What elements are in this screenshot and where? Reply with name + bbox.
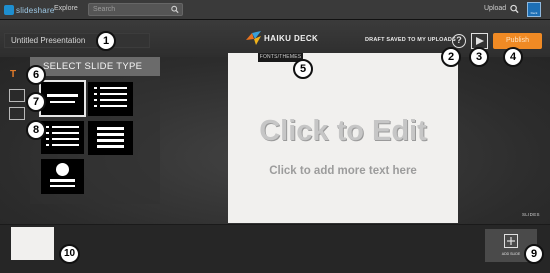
search-input[interactable]: Search [88, 3, 183, 16]
magnifier-icon[interactable] [510, 4, 519, 14]
slides-toggle[interactable]: SLIDES [522, 212, 540, 217]
upload-link[interactable]: Upload [484, 5, 506, 12]
haiku-deck-logo: HAIKU DECK [246, 31, 318, 45]
layout-title-option[interactable] [39, 80, 86, 117]
callout-10: 10 [59, 244, 80, 264]
slide-type-panel-header: SELECT SLIDE TYPE [30, 57, 160, 76]
slideshare-logo-text: slideshare [16, 5, 55, 15]
text-tool-icon[interactable]: T [10, 69, 16, 80]
callout-4: 4 [503, 47, 523, 67]
image-tool-icon[interactable] [9, 89, 25, 102]
presentation-title-field[interactable]: Untitled Presentation [4, 33, 150, 48]
slideshare-topbar: slideshare Explore Search Upload Deck [0, 0, 550, 20]
callout-3: 3 [469, 47, 489, 67]
callout-5: 5 [293, 59, 313, 79]
callout-2: 2 [441, 47, 461, 67]
callout-9: 9 [524, 244, 544, 264]
editor-header: Untitled Presentation HAIKU DECK DRAFT S… [0, 20, 550, 57]
avatar[interactable]: Deck [527, 2, 541, 17]
slide-thumbnail[interactable] [11, 227, 54, 260]
publish-button[interactable]: Publish [493, 33, 542, 49]
crane-icon [246, 31, 261, 45]
layout-numbered-option[interactable] [41, 121, 84, 154]
search-placeholder: Search [93, 6, 116, 13]
slideshare-logo-icon [4, 5, 14, 15]
slide-strip [0, 224, 550, 273]
explore-link[interactable]: Explore [54, 5, 78, 12]
help-button[interactable]: ? [452, 34, 466, 48]
layout-tool-icon[interactable] [9, 107, 25, 120]
callout-8: 8 [26, 120, 46, 140]
callout-7: 7 [26, 92, 46, 112]
slideshare-logo[interactable]: slideshare [4, 4, 54, 16]
search-icon[interactable] [171, 5, 179, 14]
layout-list-option[interactable] [88, 121, 133, 155]
play-icon [476, 37, 484, 45]
callout-6: 6 [26, 65, 46, 85]
add-slide-icon [504, 234, 518, 248]
layout-profile-option[interactable] [41, 159, 84, 194]
callout-1: 1 [96, 31, 116, 51]
avatar-label: Deck [530, 11, 538, 15]
slide-title-placeholder[interactable]: Click to Edit [228, 115, 458, 148]
haiku-deck-logo-text: HAIKU DECK [264, 33, 319, 43]
layout-bullets-option[interactable] [88, 82, 133, 116]
slide-subtitle-placeholder[interactable]: Click to add more text here [228, 165, 458, 177]
presentation-title: Untitled Presentation [11, 36, 86, 45]
draft-saved-status: DRAFT SAVED TO MY UPLOADS [365, 37, 456, 43]
slide-type-panel-title: SELECT SLIDE TYPE [43, 61, 143, 72]
